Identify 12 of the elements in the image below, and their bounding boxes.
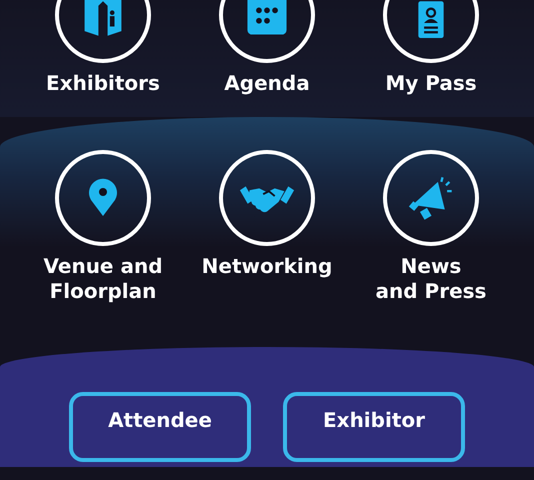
menu-tile-button[interactable] [219,150,315,246]
role-button[interactable]: Attendee [69,392,251,462]
tile-label: News and Press [376,254,486,304]
tile-label: Networking [202,254,332,279]
megaphone-icon [408,175,454,221]
menu-tile-button[interactable] [55,150,151,246]
tile-label: My Pass [385,71,477,96]
tile-label: Exhibitors [46,71,160,96]
tile-label: Venue and Floorplan [44,254,163,304]
role-button[interactable]: Exhibitor [283,392,465,462]
tile-label: Agenda [224,71,310,96]
menu-tile-button[interactable] [383,150,479,246]
